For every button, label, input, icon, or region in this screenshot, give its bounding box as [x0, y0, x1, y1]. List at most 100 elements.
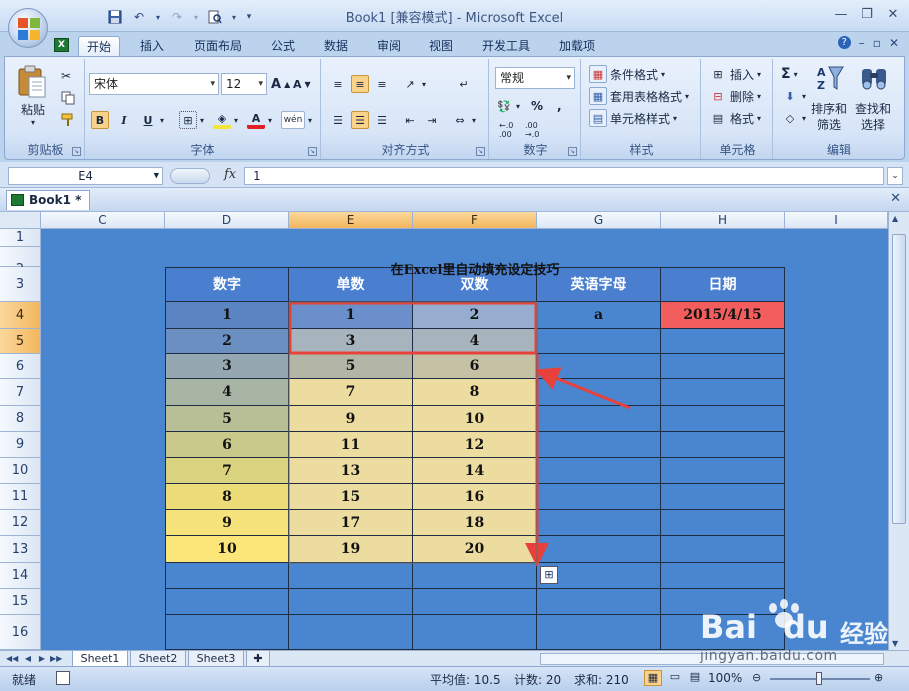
border-button[interactable]: ⊞ ▾ [179, 109, 204, 131]
table-cell[interactable]: 2015/4/15 [661, 302, 785, 329]
tab-formulas[interactable]: 公式 [263, 36, 303, 56]
underline-button[interactable]: U ▾ [139, 109, 164, 131]
align-right-button[interactable]: ☰ [373, 109, 391, 131]
table-cell[interactable] [661, 536, 785, 563]
select-all-corner[interactable] [0, 212, 41, 229]
format-cells-button[interactable]: ▤ 格式 ▾ [709, 107, 761, 129]
table-cell[interactable]: 19 [289, 536, 413, 563]
excel-icon[interactable]: X [54, 38, 69, 52]
close-button[interactable]: ✕ [881, 4, 905, 24]
copy-icon[interactable] [61, 87, 75, 109]
paste-icon[interactable] [17, 65, 49, 98]
auto-fill-options-button[interactable]: ⊞ [540, 566, 558, 584]
tab-insert[interactable]: 插入 [132, 36, 172, 56]
increase-decimal-button[interactable]: ←.0 .00 [499, 119, 521, 141]
phonetic-button[interactable]: wén ▾ [281, 109, 312, 131]
row-header-8[interactable]: 8 [0, 406, 41, 432]
bold-button[interactable]: B [91, 109, 109, 131]
column-header-e[interactable]: E [289, 212, 413, 229]
italic-button[interactable]: I [115, 109, 133, 131]
column-header-i[interactable]: I [785, 212, 888, 229]
table-cell[interactable]: 10 [413, 406, 537, 432]
fill-button[interactable]: ⬇ ▾ [781, 85, 806, 107]
table-cell[interactable]: 20 [413, 536, 537, 563]
table-cell[interactable]: 5 [289, 354, 413, 379]
row-header-1[interactable]: 1 [0, 229, 41, 247]
doc-restore-button[interactable]: ▫ [873, 36, 881, 50]
format-as-table-button[interactable]: ▦ 套用表格格式 ▾ [589, 85, 689, 107]
table-cell[interactable]: 3 [165, 354, 289, 379]
fill-color-button[interactable]: ◈ ▾ [213, 109, 238, 131]
scroll-down-icon[interactable]: ▼ [892, 639, 898, 648]
table-cell[interactable]: 8 [413, 379, 537, 406]
row-header-11[interactable]: 11 [0, 484, 41, 510]
sheet-title[interactable]: 在Excel里自动填充设定技巧 [165, 259, 785, 278]
table-cell[interactable] [165, 589, 289, 615]
table-cell[interactable]: 10 [165, 536, 289, 563]
row-header-5[interactable]: 5 [0, 329, 41, 354]
normal-view-icon[interactable]: ▦ [644, 670, 662, 686]
table-cell[interactable] [537, 589, 661, 615]
table-cell[interactable]: 5 [165, 406, 289, 432]
row-header-7[interactable]: 7 [0, 379, 41, 406]
table-cell[interactable] [165, 563, 289, 589]
tab-view[interactable]: 视图 [421, 36, 461, 56]
align-bottom-button[interactable]: ≡ [373, 73, 391, 95]
cell-styles-button[interactable]: ▤ 单元格样式 ▾ [589, 107, 677, 129]
find-select-button[interactable]: 查找和 选择 [855, 101, 891, 135]
table-cell[interactable]: 8 [165, 484, 289, 510]
table-cell[interactable]: 4 [413, 329, 537, 354]
sheet-tab-sheet3[interactable]: Sheet3 [188, 651, 244, 667]
last-sheet-icon[interactable]: ▶▶ [50, 652, 62, 665]
name-box[interactable]: E4 ▼ [8, 167, 163, 185]
paste-button[interactable]: 粘贴 ▾ [21, 101, 45, 131]
column-header-f[interactable]: F [413, 212, 537, 229]
zoom-in-icon[interactable]: ⊕ [874, 671, 883, 684]
page-break-view-icon[interactable]: ▤ [686, 670, 704, 686]
insert-function-button[interactable]: fx [224, 167, 236, 182]
table-cell[interactable] [661, 458, 785, 484]
maximize-button[interactable]: ❐ [855, 4, 879, 24]
table-cell[interactable] [537, 379, 661, 406]
column-header-h[interactable]: H [661, 212, 785, 229]
prev-sheet-icon[interactable]: ◀ [22, 652, 34, 665]
table-cell[interactable]: 18 [413, 510, 537, 536]
row-header-16[interactable]: 16 [0, 615, 41, 650]
table-cell[interactable] [661, 563, 785, 589]
row-header-4[interactable]: 4 [0, 302, 41, 329]
table-cell[interactable] [537, 406, 661, 432]
cut-icon[interactable]: ✂ [61, 65, 71, 87]
sort-filter-button[interactable]: 排序和 筛选 [811, 101, 847, 135]
align-left-button[interactable]: ☰ [329, 109, 347, 131]
table-cell[interactable] [661, 354, 785, 379]
table-cell[interactable]: 1 [289, 302, 413, 329]
table-cell[interactable]: 14 [413, 458, 537, 484]
first-sheet-icon[interactable]: ◀◀ [6, 652, 18, 665]
tab-addins[interactable]: 加载项 [551, 36, 603, 56]
row-header-14[interactable]: 14 [0, 563, 41, 589]
row-header-15[interactable]: 15 [0, 589, 41, 615]
row-header-6[interactable]: 6 [0, 354, 41, 379]
table-cell[interactable] [413, 615, 537, 650]
table-cell[interactable] [537, 458, 661, 484]
row-header-10[interactable]: 10 [0, 458, 41, 484]
tab-developer[interactable]: 开发工具 [474, 36, 538, 56]
table-cell[interactable]: 15 [289, 484, 413, 510]
conditional-format-button[interactable]: ▦ 条件格式 ▾ [589, 63, 665, 85]
zoom-slider-thumb[interactable] [816, 672, 822, 685]
table-cell[interactable] [661, 484, 785, 510]
zoom-out-icon[interactable]: ⊖ [752, 671, 761, 684]
number-dialog-launcher[interactable]: ↘ [568, 147, 577, 156]
doc-minimize-button[interactable]: – [859, 36, 865, 50]
table-cell[interactable]: a [537, 302, 661, 329]
zoom-level[interactable]: 100% [708, 671, 742, 685]
tab-data[interactable]: 数据 [316, 36, 356, 56]
wrap-text-button[interactable]: ↵ [455, 73, 473, 95]
tab-home[interactable]: 开始 [78, 36, 121, 56]
table-cell[interactable]: 7 [289, 379, 413, 406]
row-header-13[interactable]: 13 [0, 536, 41, 563]
column-header-d[interactable]: D [165, 212, 289, 229]
font-name-combo[interactable]: 宋体 ▾ [89, 73, 219, 95]
currency-button[interactable]: 💱 ▾ [495, 95, 520, 117]
shrink-font-button[interactable]: A ▼ [293, 73, 311, 95]
